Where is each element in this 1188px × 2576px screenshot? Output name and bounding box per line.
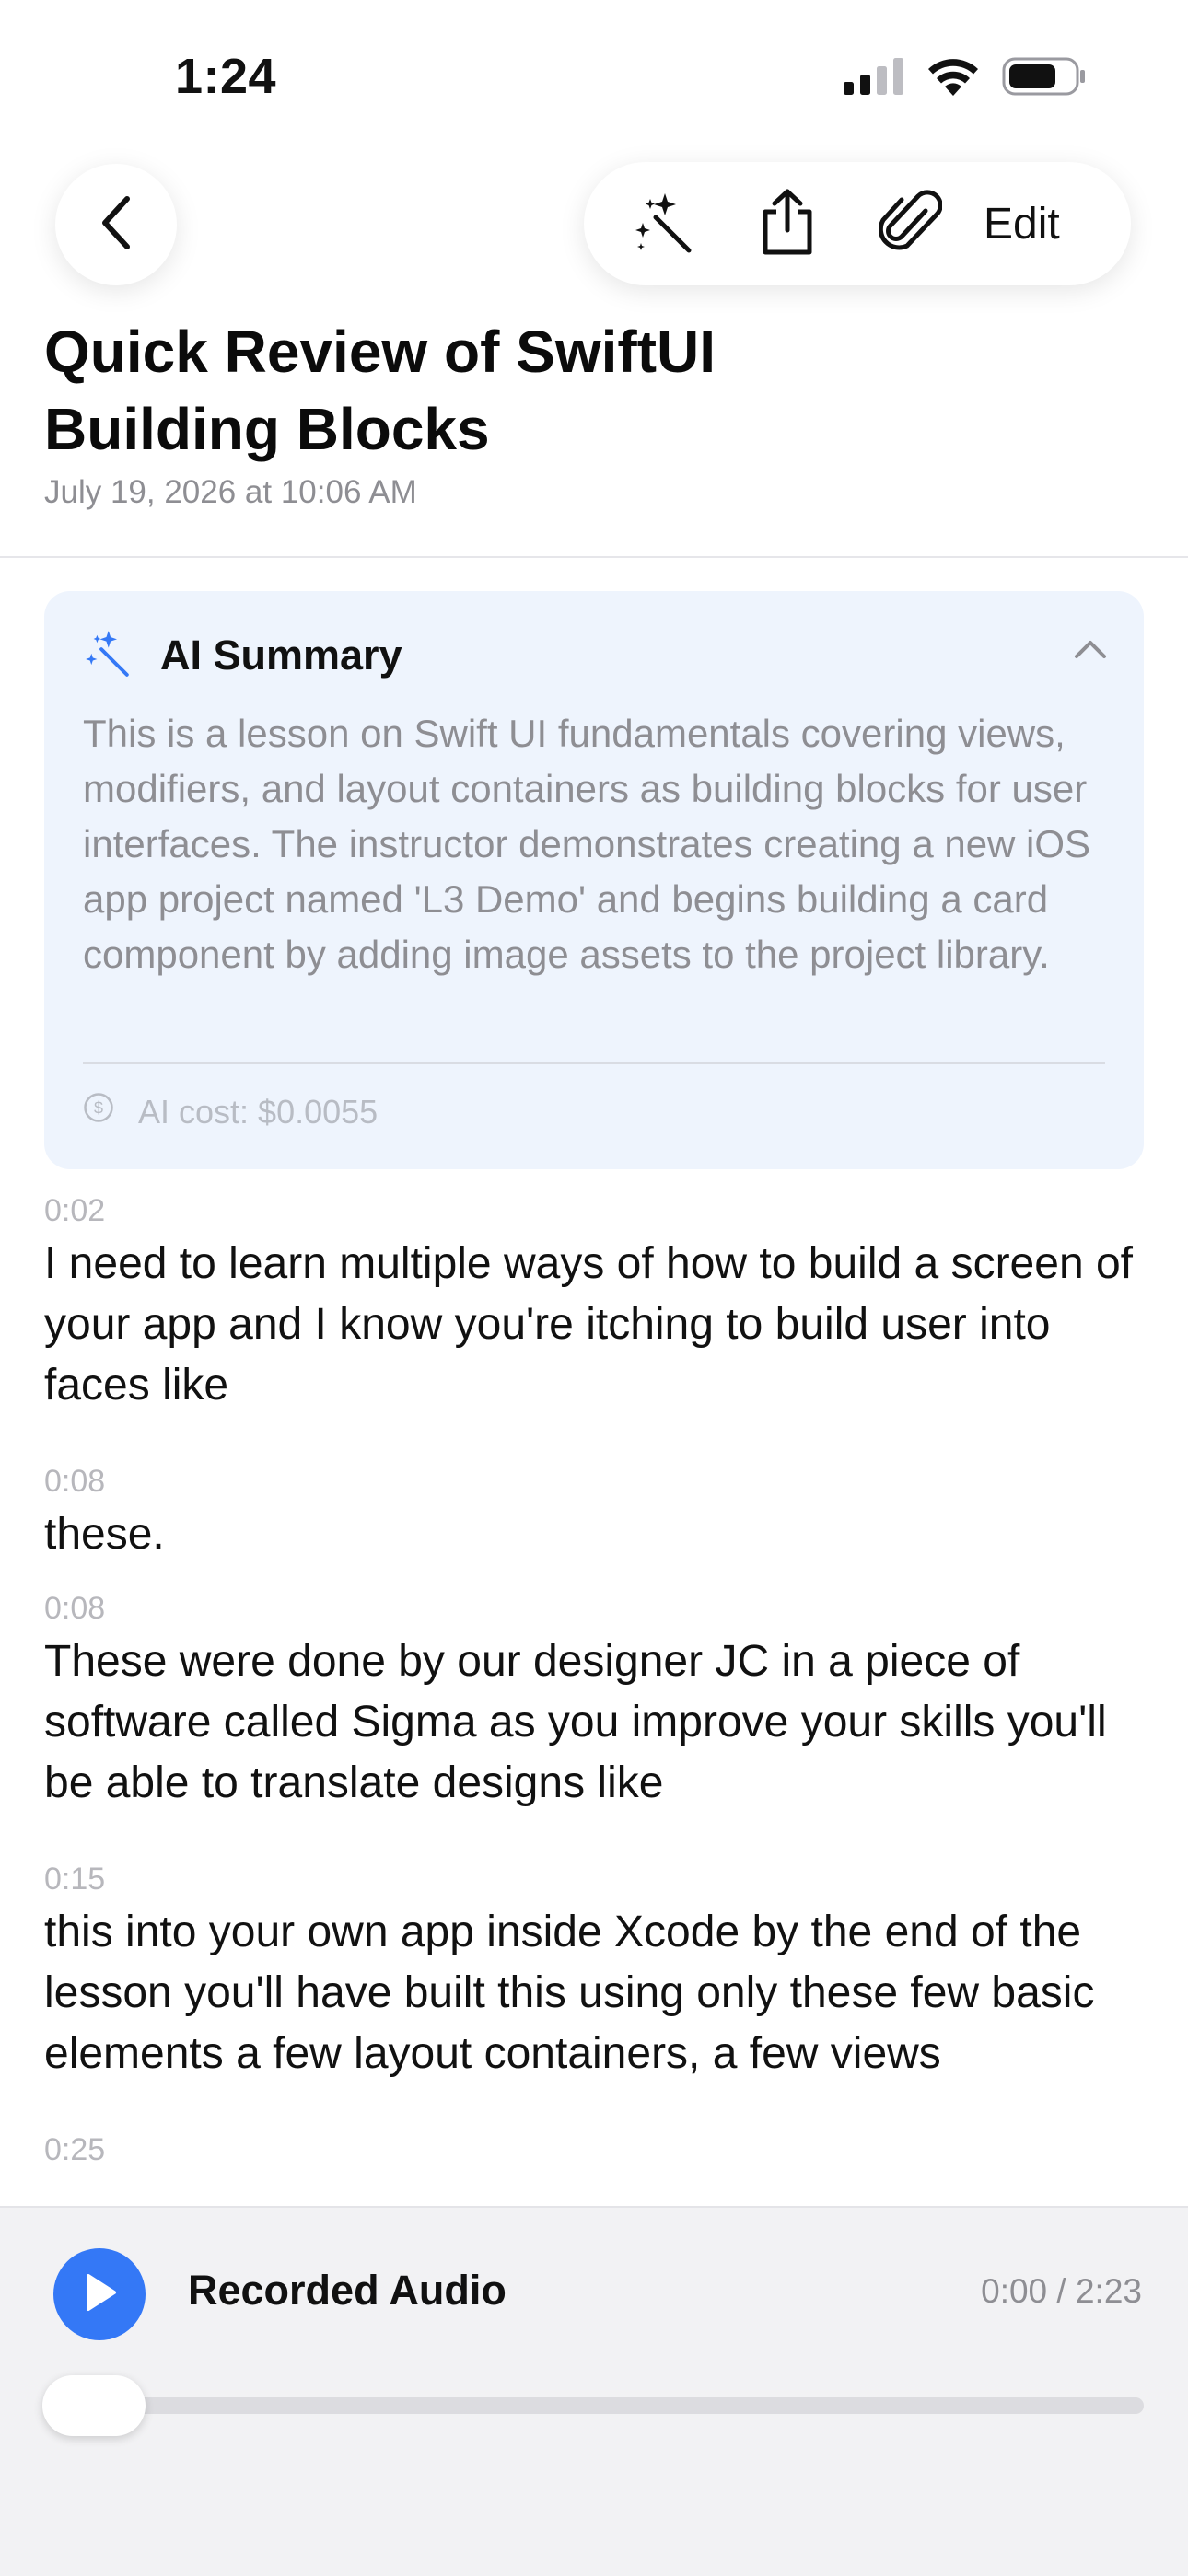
segment-timestamp: 0:25: [44, 2132, 106, 2167]
battery-icon: [1002, 57, 1087, 100]
status-icons: [844, 57, 1087, 100]
ai-summary-card: AI Summary This is a lesson on Swift UI …: [44, 591, 1144, 1169]
play-button[interactable]: [53, 2248, 146, 2340]
segment-text: these.: [44, 1510, 165, 1559]
segment-timestamp: 0:08: [44, 1464, 106, 1499]
segment-timestamp: 0:15: [44, 1862, 106, 1897]
transcript-segment[interactable]: 0:02 I need to learn multiple ways of ho…: [44, 1188, 1149, 1416]
transcript-segment[interactable]: 0:15 this into your own app inside Xcode…: [44, 1856, 1149, 2084]
transcript-segment[interactable]: 0:25: [44, 2127, 1149, 2173]
edit-button[interactable]: Edit: [984, 199, 1060, 249]
ai-cost-label: AI cost: $0.0055: [138, 1092, 379, 1131]
audio-player: Recorded Audio 0:00 / 2:23: [0, 2206, 1188, 2576]
note-title: Quick Review of SwiftUI Building Blocks: [44, 319, 716, 462]
toolbar: Edit: [584, 162, 1131, 285]
ai-summarize-button[interactable]: [602, 162, 726, 285]
back-button[interactable]: [55, 164, 177, 285]
dollar-circle-icon: $: [83, 1092, 114, 1131]
header-divider: [0, 556, 1188, 558]
transcript-segment[interactable]: 0:08 these.: [44, 1458, 1149, 1565]
player-time: 0:00 / 2:23: [981, 2272, 1142, 2310]
magic-wand-icon: [83, 628, 133, 682]
ai-summary-text: This is a lesson on Swift UI fundamental…: [83, 712, 1091, 976]
status-time: 1:24: [175, 49, 277, 104]
play-icon: [81, 2272, 118, 2317]
cellular-signal-icon: [844, 58, 904, 99]
share-icon: [758, 188, 817, 261]
segment-text: I need to learn multiple ways of how to …: [44, 1239, 1133, 1410]
ai-summary-title: AI Summary: [160, 631, 402, 679]
attach-button[interactable]: [849, 162, 973, 285]
playback-scrubber-track[interactable]: [46, 2397, 1144, 2414]
ai-summary-header[interactable]: AI Summary: [83, 628, 402, 682]
share-button[interactable]: [726, 162, 849, 285]
status-bar: 1:24: [0, 0, 1188, 147]
paperclip-icon: [878, 189, 943, 260]
playback-scrubber-thumb[interactable]: [42, 2375, 146, 2436]
player-title: Recorded Audio: [188, 2267, 507, 2314]
segment-text: this into your own app inside Xcode by t…: [44, 1908, 1095, 2078]
ai-cost-row: $ AI cost: $0.0055: [83, 1092, 378, 1131]
transcript-segment[interactable]: 0:08 These were done by our designer JC …: [44, 1585, 1149, 1814]
segment-text: These were done by our designer JC in a …: [44, 1637, 1107, 1807]
magic-wand-icon: [632, 190, 696, 259]
wifi-icon: [926, 57, 980, 100]
chevron-up-icon[interactable]: [1074, 639, 1107, 664]
note-date: July 19, 2026 at 10:06 AM: [44, 474, 417, 510]
transcript: 0:02 I need to learn multiple ways of ho…: [44, 1188, 1149, 2173]
segment-timestamp: 0:08: [44, 1591, 106, 1626]
segment-timestamp: 0:02: [44, 1193, 106, 1228]
chevron-left-icon: [98, 195, 134, 255]
svg-text:$: $: [94, 1099, 103, 1118]
ai-summary-divider: [83, 1062, 1105, 1064]
